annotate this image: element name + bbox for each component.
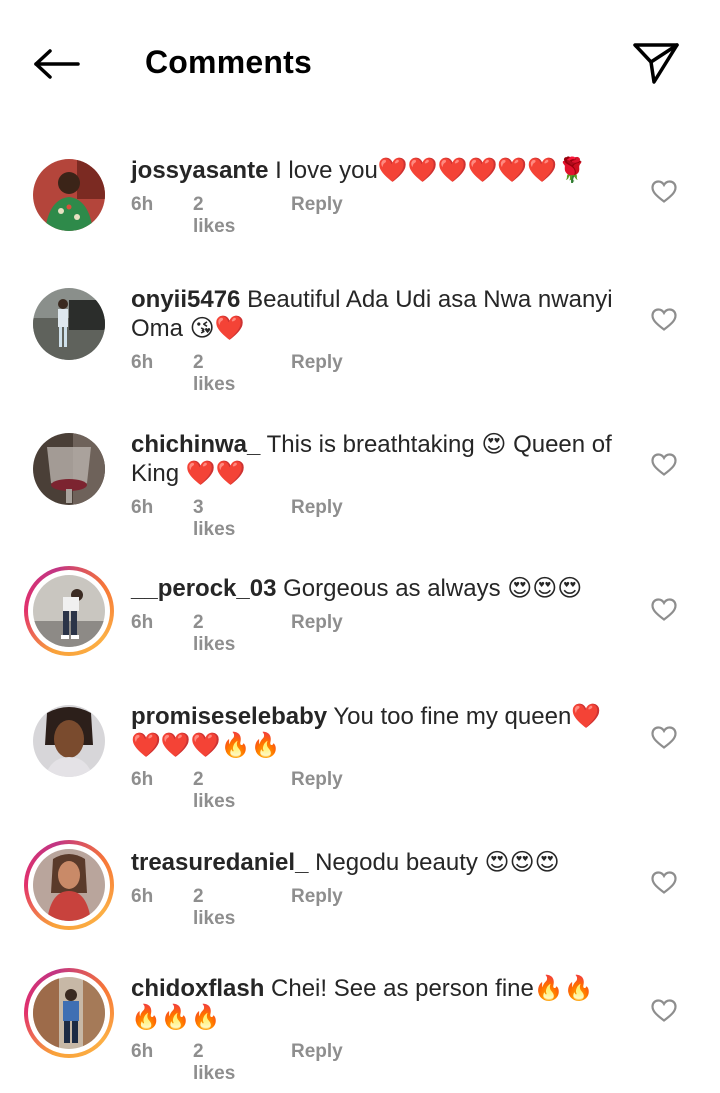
like-button[interactable] <box>648 867 680 899</box>
reply-button[interactable]: Reply <box>291 352 343 396</box>
reply-button[interactable]: Reply <box>291 1041 343 1085</box>
reply-button[interactable]: Reply <box>291 886 343 930</box>
reply-button[interactable]: Reply <box>291 497 343 541</box>
comment-time: 6h <box>131 1041 154 1062</box>
comment-time: 6h <box>131 352 154 373</box>
comment-time: 6h <box>131 769 154 790</box>
top-bar: Comments <box>0 0 720 128</box>
comment-likes[interactable]: 2 likes <box>193 1041 251 1085</box>
comment-likes[interactable]: 3 likes <box>193 497 251 541</box>
comment-likes[interactable]: 2 likes <box>193 886 251 930</box>
heart-outline-icon <box>651 999 677 1022</box>
comment-text: chichinwa_ This is breathtaking 😍 Queen … <box>131 430 621 488</box>
avatar[interactable] <box>24 150 114 240</box>
profile-photo <box>33 159 105 231</box>
back-button[interactable] <box>28 40 84 88</box>
comment-text: treasuredaniel_ Negodu beauty 😍😍😍 <box>131 848 621 877</box>
comment-username[interactable]: promiseselebaby <box>131 703 327 730</box>
avatar-story-ring[interactable] <box>24 840 114 930</box>
comment-meta: 6h 2 likes Reply <box>131 612 621 656</box>
profile-photo <box>33 575 105 647</box>
like-button[interactable] <box>648 995 680 1027</box>
comment-meta: 6h 2 likes Reply <box>131 194 621 238</box>
comment-text: chidoxflash Chei! See as person fine🔥🔥🔥🔥… <box>131 974 621 1032</box>
comment-username[interactable]: onyii5476 <box>131 286 240 313</box>
page-title: Comments <box>145 44 312 80</box>
comment-username[interactable]: __perock_03 <box>131 575 276 602</box>
heart-outline-icon <box>651 726 677 749</box>
reply-button[interactable]: Reply <box>291 612 343 656</box>
profile-photo <box>33 849 105 921</box>
comment-body: Gorgeous as always 😍😍😍 <box>283 575 583 602</box>
comment-meta: 6h 2 likes Reply <box>131 1041 621 1085</box>
profile-photo <box>33 433 105 505</box>
heart-outline-icon <box>651 180 677 203</box>
comment-time: 6h <box>131 497 154 518</box>
comment-text: promiseselebaby You too fine my queen❤️❤… <box>131 702 621 760</box>
comment-time: 6h <box>131 886 154 907</box>
comment-meta: 6h 3 likes Reply <box>131 497 621 541</box>
comment-username[interactable]: treasuredaniel_ <box>131 849 308 876</box>
comment-time: 6h <box>131 194 154 215</box>
comment-time: 6h <box>131 612 154 633</box>
comment-text: jossyasante I love you❤️❤️❤️❤️❤️❤️🌹 <box>131 156 621 185</box>
like-button[interactable] <box>648 449 680 481</box>
profile-photo <box>33 705 105 777</box>
avatar-story-ring[interactable] <box>24 566 114 656</box>
like-button[interactable] <box>648 722 680 754</box>
like-button[interactable] <box>648 176 680 208</box>
comment-body: I love you❤️❤️❤️❤️❤️❤️🌹 <box>275 157 587 184</box>
heart-outline-icon <box>651 308 677 331</box>
arrow-left-icon <box>34 49 80 79</box>
avatar[interactable] <box>24 279 114 369</box>
comment-body: Negodu beauty 😍😍😍 <box>315 849 560 876</box>
comment-likes[interactable]: 2 likes <box>193 352 251 396</box>
comment-likes[interactable]: 2 likes <box>193 612 251 656</box>
paper-plane-icon <box>633 43 679 84</box>
avatar[interactable] <box>24 696 114 786</box>
reply-button[interactable]: Reply <box>291 194 343 238</box>
like-button[interactable] <box>648 594 680 626</box>
heart-outline-icon <box>651 871 677 894</box>
comment-meta: 6h 2 likes Reply <box>131 352 621 396</box>
comment-username[interactable]: jossyasante <box>131 157 268 184</box>
avatar-story-ring[interactable] <box>24 968 114 1058</box>
comment-meta: 6h 2 likes Reply <box>131 886 621 930</box>
profile-photo <box>33 288 105 360</box>
comment-username[interactable]: chichinwa_ <box>131 431 260 458</box>
heart-outline-icon <box>651 598 677 621</box>
comment-likes[interactable]: 2 likes <box>193 194 251 238</box>
comment-meta: 6h 2 likes Reply <box>131 769 621 813</box>
comment-likes[interactable]: 2 likes <box>193 769 251 813</box>
share-button[interactable] <box>628 38 684 88</box>
like-button[interactable] <box>648 304 680 336</box>
profile-photo <box>33 977 105 1049</box>
avatar[interactable] <box>24 424 114 514</box>
comment-username[interactable]: chidoxflash <box>131 975 264 1002</box>
comment-text: onyii5476 Beautiful Ada Udi asa Nwa nwan… <box>131 285 621 343</box>
comment-text: __perock_03 Gorgeous as always 😍😍😍 <box>131 574 621 603</box>
heart-outline-icon <box>651 453 677 476</box>
reply-button[interactable]: Reply <box>291 769 343 813</box>
